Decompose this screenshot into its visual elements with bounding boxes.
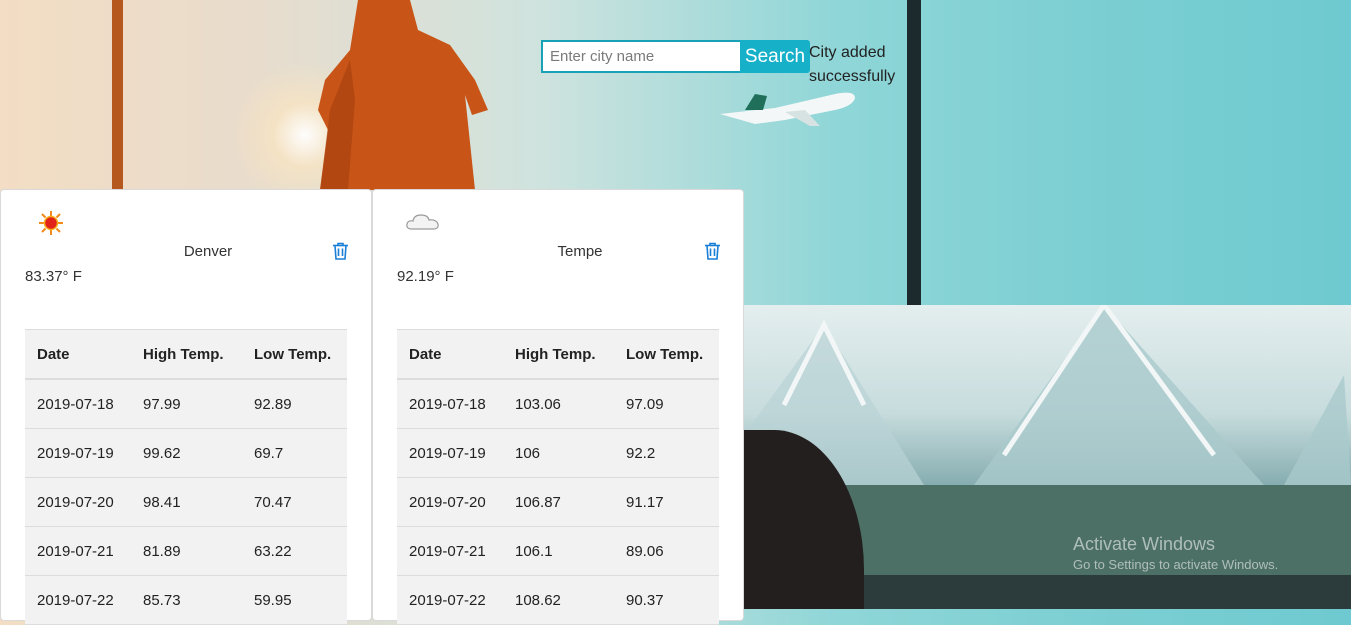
low-temp-cell: 70.47 bbox=[242, 477, 347, 527]
low-temp-cell: 69.7 bbox=[242, 428, 347, 478]
date-cell: 2019-07-21 bbox=[25, 526, 131, 576]
watermark-title: Activate Windows bbox=[1073, 534, 1216, 554]
background-pole bbox=[112, 0, 123, 190]
column-header-high-temp: High Temp. bbox=[131, 329, 242, 380]
date-cell: 2019-07-22 bbox=[25, 575, 131, 625]
table-header-row: Date High Temp. Low Temp. bbox=[397, 329, 719, 380]
weather-card-denver: Denver 83.37° F Date High Temp. Low Temp… bbox=[0, 189, 372, 625]
high-temp-cell: 85.73 bbox=[131, 575, 242, 625]
trash-icon[interactable] bbox=[332, 242, 349, 260]
table-header-row: Date High Temp. Low Temp. bbox=[25, 329, 347, 380]
city-search-input[interactable] bbox=[541, 40, 740, 73]
high-temp-cell: 99.62 bbox=[131, 428, 242, 478]
high-temp-cell: 106.87 bbox=[503, 477, 614, 527]
low-temp-cell: 92.2 bbox=[614, 428, 719, 478]
column-header-low-temp: Low Temp. bbox=[614, 329, 719, 380]
sun-icon bbox=[39, 211, 63, 235]
search-form: Search bbox=[541, 40, 810, 73]
high-temp-cell: 97.99 bbox=[131, 379, 242, 429]
low-temp-cell: 90.37 bbox=[614, 575, 719, 625]
date-cell: 2019-07-20 bbox=[25, 477, 131, 527]
forecast-table: Date High Temp. Low Temp. 2019-07-18 103… bbox=[397, 329, 719, 625]
high-temp-cell: 103.06 bbox=[503, 379, 614, 429]
table-row: 2019-07-19 106 92.2 bbox=[397, 428, 719, 478]
high-temp-cell: 98.41 bbox=[131, 477, 242, 527]
forecast-table: Date High Temp. Low Temp. 2019-07-18 97.… bbox=[25, 329, 347, 625]
city-name: Tempe bbox=[557, 243, 603, 260]
column-header-date: Date bbox=[397, 329, 503, 380]
table-row: 2019-07-20 98.41 70.47 bbox=[25, 477, 347, 527]
low-temp-cell: 91.17 bbox=[614, 477, 719, 527]
column-header-date: Date bbox=[25, 329, 131, 380]
low-temp-cell: 89.06 bbox=[614, 526, 719, 576]
low-temp-cell: 59.95 bbox=[242, 575, 347, 625]
trash-icon[interactable] bbox=[704, 242, 721, 260]
date-cell: 2019-07-22 bbox=[397, 575, 503, 625]
table-row: 2019-07-21 106.1 89.06 bbox=[397, 526, 719, 576]
low-temp-cell: 97.09 bbox=[614, 379, 719, 429]
weather-card-tempe: Tempe 92.19° F Date High Temp. Low Temp.… bbox=[372, 189, 744, 625]
table-row: 2019-07-19 99.62 69.7 bbox=[25, 428, 347, 478]
column-header-low-temp: Low Temp. bbox=[242, 329, 347, 380]
date-cell: 2019-07-19 bbox=[25, 428, 131, 478]
airplane-image bbox=[720, 92, 855, 126]
search-button[interactable]: Search bbox=[740, 40, 810, 73]
windows-activation-watermark: Activate Windows Go to Settings to activ… bbox=[1073, 534, 1278, 572]
status-message: City added successfully bbox=[809, 44, 896, 85]
low-temp-cell: 92.89 bbox=[242, 379, 347, 429]
date-cell: 2019-07-18 bbox=[397, 379, 503, 429]
table-row: 2019-07-22 108.62 90.37 bbox=[397, 575, 719, 625]
table-row: 2019-07-22 85.73 59.95 bbox=[25, 575, 347, 625]
current-temperature: 92.19° F bbox=[397, 268, 454, 285]
background-person-silhouette bbox=[318, 0, 488, 190]
high-temp-cell: 106.1 bbox=[503, 526, 614, 576]
low-temp-cell: 63.22 bbox=[242, 526, 347, 576]
date-cell: 2019-07-20 bbox=[397, 477, 503, 527]
date-cell: 2019-07-21 bbox=[397, 526, 503, 576]
high-temp-cell: 106 bbox=[503, 428, 614, 478]
current-temperature: 83.37° F bbox=[25, 268, 82, 285]
table-row: 2019-07-18 97.99 92.89 bbox=[25, 379, 347, 429]
high-temp-cell: 81.89 bbox=[131, 526, 242, 576]
date-cell: 2019-07-18 bbox=[25, 379, 131, 429]
watermark-subtitle: Go to Settings to activate Windows. bbox=[1073, 557, 1279, 572]
table-row: 2019-07-20 106.87 91.17 bbox=[397, 477, 719, 527]
date-cell: 2019-07-19 bbox=[397, 428, 503, 478]
city-name: Denver bbox=[183, 243, 233, 260]
high-temp-cell: 108.62 bbox=[503, 575, 614, 625]
cloud-icon bbox=[406, 214, 439, 230]
table-row: 2019-07-21 81.89 63.22 bbox=[25, 526, 347, 576]
table-row: 2019-07-18 103.06 97.09 bbox=[397, 379, 719, 429]
column-header-high-temp: High Temp. bbox=[503, 329, 614, 380]
